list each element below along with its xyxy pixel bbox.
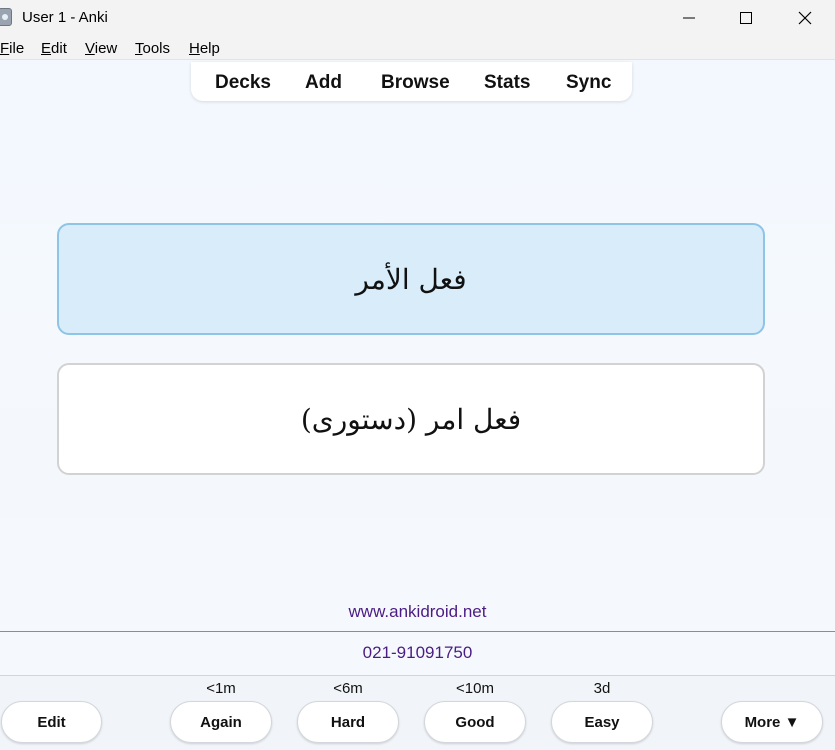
close-icon (798, 11, 812, 25)
hard-due-time: <6m (333, 680, 363, 697)
good-due-time: <10m (456, 680, 494, 697)
toolbar-stats[interactable]: Stats (484, 72, 530, 94)
card-front: فعل الأمر (57, 223, 765, 335)
toolbar-add[interactable]: Add (305, 72, 342, 94)
answer-bar (0, 675, 835, 750)
menu-tools[interactable]: Tools (135, 40, 170, 57)
minimize-icon (683, 17, 695, 19)
anki-app-icon (0, 8, 12, 26)
phone-link[interactable]: 021-91091750 (0, 643, 835, 663)
toolbar-browse[interactable]: Browse (381, 72, 450, 94)
good-button[interactable]: Good (424, 701, 526, 743)
menu-view[interactable]: View (85, 40, 117, 57)
minimize-button[interactable] (660, 0, 718, 36)
title-bar: User 1 - Anki (0, 0, 835, 36)
card-back: فعل امر (دستوری) (57, 363, 765, 475)
more-button[interactable]: More ▼ (721, 701, 823, 743)
top-toolbar: Decks Add Browse Stats Sync (191, 62, 632, 101)
again-button[interactable]: Again (170, 701, 272, 743)
menu-file[interactable]: File (0, 40, 24, 57)
maximize-button[interactable] (717, 0, 775, 36)
toolbar-decks[interactable]: Decks (215, 72, 271, 94)
maximize-icon (740, 12, 752, 24)
toolbar-sync[interactable]: Sync (566, 72, 611, 94)
easy-button[interactable]: Easy (551, 701, 653, 743)
edit-button[interactable]: Edit (1, 701, 102, 743)
window-title: User 1 - Anki (22, 9, 108, 26)
close-button[interactable] (776, 0, 834, 36)
menu-bar: File Edit View Tools Help (0, 36, 835, 60)
menu-help[interactable]: Help (189, 40, 220, 57)
hard-button[interactable]: Hard (297, 701, 399, 743)
menu-edit[interactable]: Edit (41, 40, 67, 57)
easy-due-time: 3d (593, 680, 611, 697)
website-link[interactable]: www.ankidroid.net (0, 602, 835, 622)
again-due-time: <1m (206, 680, 236, 697)
